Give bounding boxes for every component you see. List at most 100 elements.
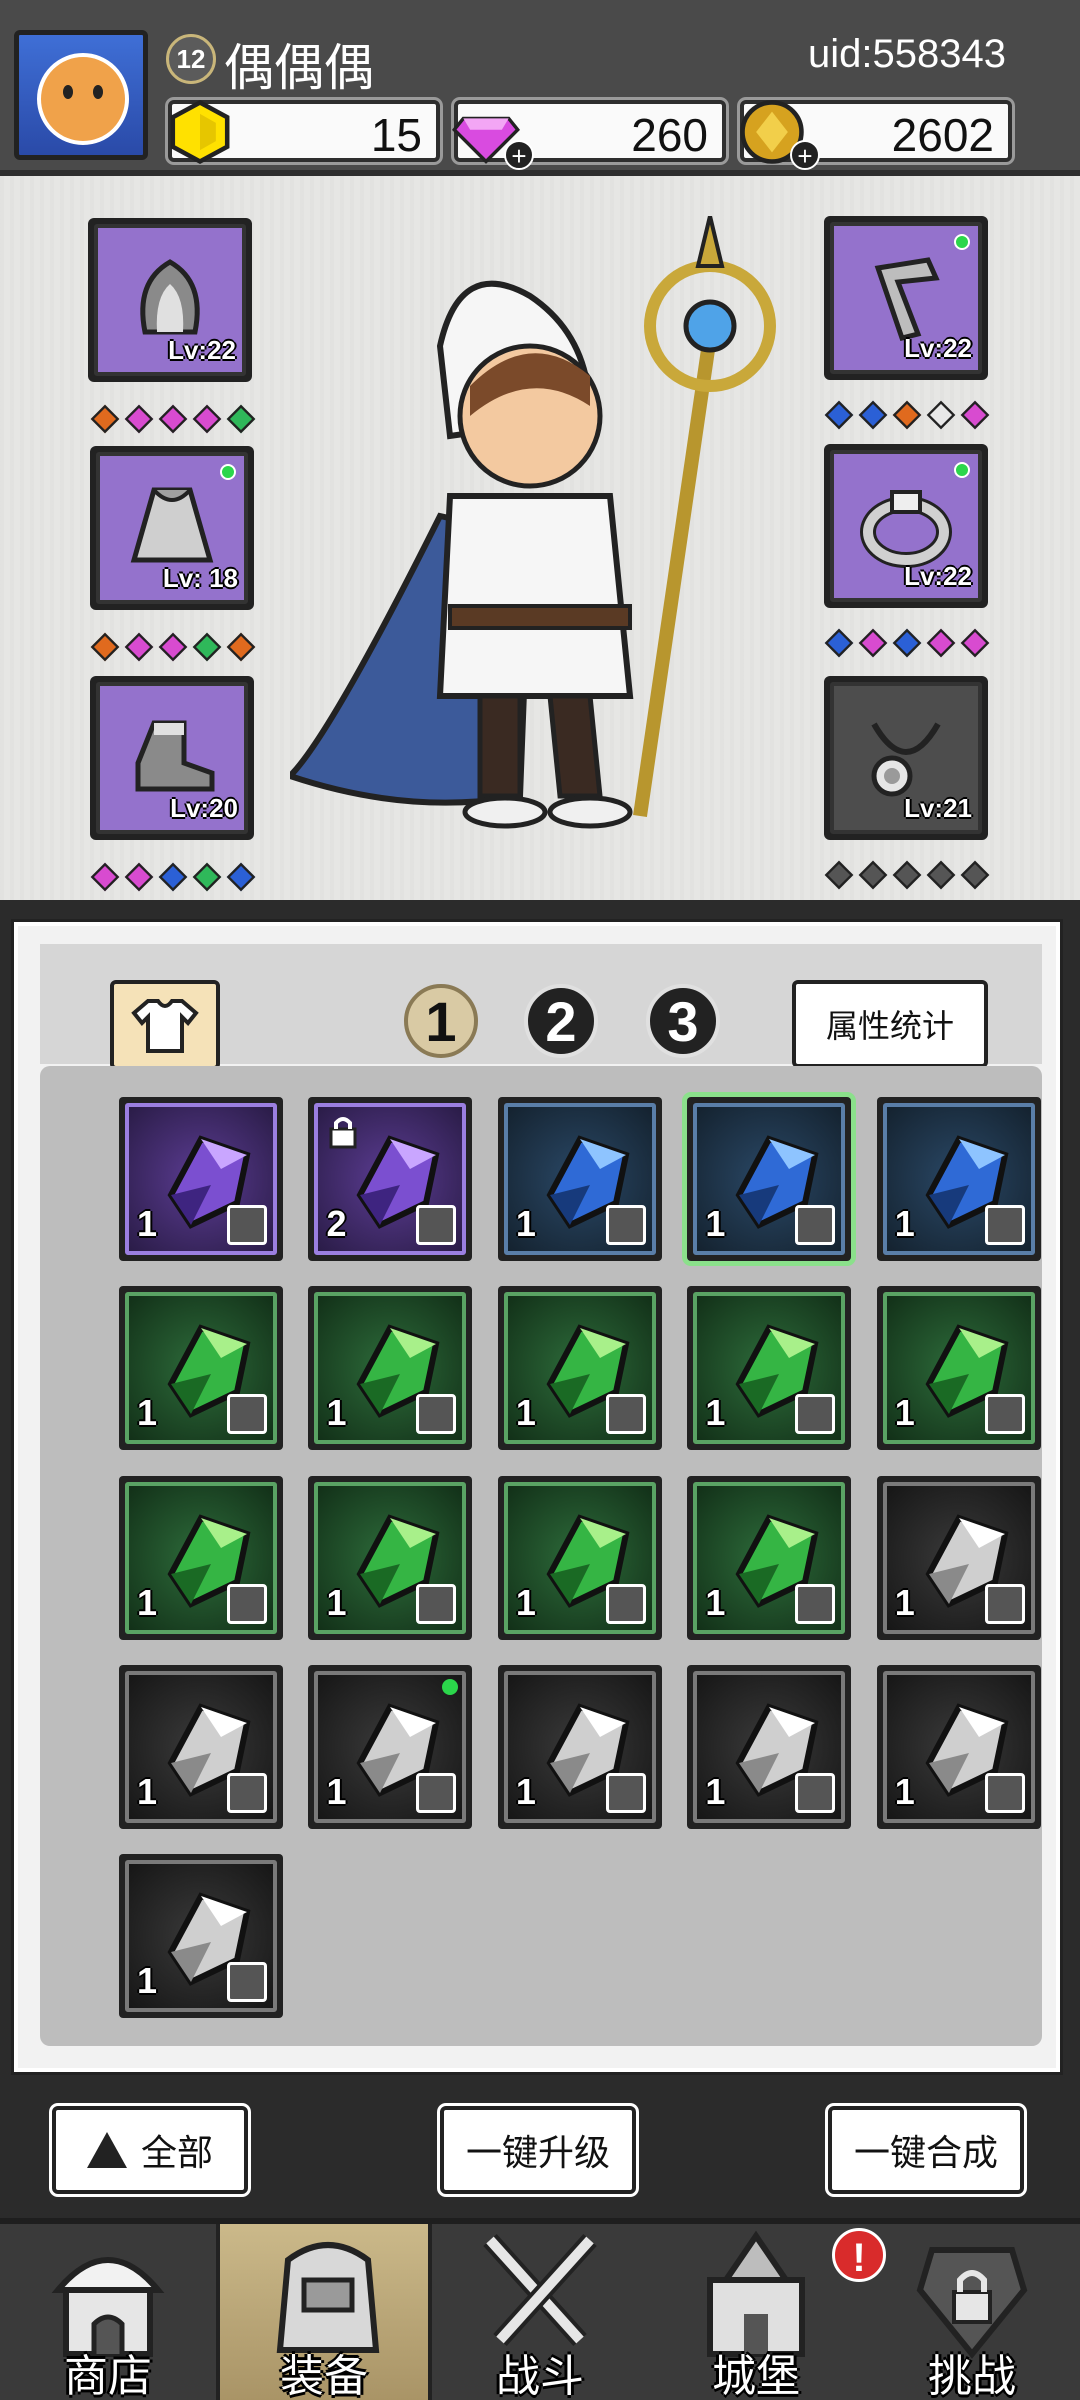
gem-socket bbox=[226, 404, 256, 434]
inventory-item[interactable]: 1 bbox=[687, 1475, 852, 1640]
inventory-item[interactable]: 1 bbox=[876, 1665, 1041, 1830]
item-count: 1 bbox=[705, 1771, 726, 1813]
gem-socket bbox=[858, 400, 888, 430]
gem-socket bbox=[892, 628, 922, 658]
inventory-item[interactable]: 1 bbox=[308, 1475, 473, 1640]
gem-socket bbox=[124, 632, 154, 662]
inventory-item[interactable]: 1 bbox=[687, 1665, 852, 1830]
energy-resource: 15 bbox=[168, 99, 440, 165]
filter-triangle-icon bbox=[86, 2132, 127, 2168]
weapon-level: Lv:22 bbox=[904, 333, 972, 363]
item-count: 1 bbox=[515, 1771, 536, 1813]
nav-equipment-label: 装备 bbox=[280, 2351, 368, 2400]
boots-slot-icon bbox=[984, 1204, 1025, 1245]
character-area: Lv:22 Lv: 18 Lv:20 Lv:22 Lv:22 Lv:21 bbox=[0, 176, 1080, 1020]
gem-socket bbox=[226, 632, 256, 662]
inventory-grid: 1 2 1 1 1 1 1 1 1 1 1 1 1 1 1 1 1 1 1 1 1 bbox=[40, 1066, 1042, 2046]
item-count: 1 bbox=[894, 1202, 915, 1244]
inventory-item[interactable]: 1 bbox=[876, 1475, 1041, 1640]
ring-slot-icon bbox=[605, 1204, 646, 1245]
inventory-item[interactable]: 1 bbox=[119, 1854, 284, 2019]
gem-socket bbox=[926, 628, 956, 658]
nav-shop[interactable]: 商店 bbox=[0, 2224, 216, 2400]
gem-socket bbox=[858, 628, 888, 658]
one-click-merge-button[interactable]: 一键合成 bbox=[828, 2106, 1024, 2194]
cape-slot-icon bbox=[605, 1394, 646, 1435]
inventory-item[interactable]: 1 bbox=[497, 1286, 662, 1451]
equip-slot-weapon[interactable]: Lv:22 bbox=[824, 216, 988, 380]
weapon-icon bbox=[874, 257, 940, 341]
gem-socket bbox=[824, 400, 854, 430]
ring-level: Lv:22 bbox=[904, 561, 972, 591]
tab-loadout-1[interactable]: 1 bbox=[404, 984, 478, 1058]
item-count: 1 bbox=[515, 1392, 536, 1434]
attribute-stats-button[interactable]: 属性统计 bbox=[792, 980, 988, 1068]
nav-battle[interactable]: 战斗 bbox=[432, 2224, 648, 2400]
player-level-badge: 12 bbox=[166, 34, 216, 84]
player-avatar[interactable] bbox=[14, 30, 148, 160]
item-count: 1 bbox=[705, 1392, 726, 1434]
gem-socket bbox=[960, 860, 990, 890]
gem-socket bbox=[858, 860, 888, 890]
tab-loadout-2[interactable]: 2 bbox=[524, 984, 598, 1058]
inventory-header: 1 2 3 属性统计 bbox=[40, 944, 1042, 1070]
inventory-item[interactable]: 1 bbox=[497, 1665, 662, 1830]
gem-socket bbox=[192, 632, 222, 662]
inventory-item[interactable]: 1 bbox=[119, 1096, 284, 1261]
necklace-slot-icon bbox=[984, 1773, 1025, 1814]
cape-slot-icon bbox=[416, 1394, 457, 1435]
item-count: 1 bbox=[705, 1581, 726, 1623]
equip-slot-ring[interactable]: Lv:22 bbox=[824, 444, 988, 608]
tab-loadout-3[interactable]: 3 bbox=[646, 984, 720, 1058]
equip-slot-necklace[interactable]: Lv:21 bbox=[824, 676, 988, 840]
gem-socket bbox=[158, 632, 188, 662]
inventory-item[interactable]: 1 bbox=[119, 1286, 284, 1451]
inventory-item[interactable]: 1 bbox=[119, 1475, 284, 1640]
add-diamonds-button[interactable]: + bbox=[504, 140, 534, 170]
inventory-item[interactable]: 1 bbox=[497, 1475, 662, 1640]
inventory-item[interactable]: 1 bbox=[308, 1286, 473, 1451]
nav-equipment[interactable]: 装备 bbox=[216, 2224, 432, 2400]
hood-slot-icon bbox=[795, 1583, 836, 1624]
gem-socket bbox=[158, 404, 188, 434]
boots-level: Lv:20 bbox=[170, 793, 238, 823]
hood-icon bbox=[140, 259, 200, 335]
item-count: 1 bbox=[137, 1960, 158, 2002]
item-count: 1 bbox=[326, 1392, 347, 1434]
outfit-filter-button[interactable] bbox=[110, 980, 220, 1070]
item-count: 1 bbox=[137, 1202, 158, 1244]
one-click-upgrade-button[interactable]: 一键升级 bbox=[440, 2106, 636, 2194]
inventory-item[interactable]: 1 bbox=[687, 1286, 852, 1451]
diamond-resource: + 260 bbox=[452, 100, 726, 170]
new-indicator-dot bbox=[442, 1679, 459, 1696]
inventory-item[interactable]: 1 bbox=[497, 1096, 662, 1261]
equip-slot-cape[interactable]: Lv: 18 bbox=[90, 446, 254, 610]
equip-slot-hood[interactable]: Lv:22 bbox=[88, 218, 252, 382]
inventory-item[interactable]: 1 bbox=[308, 1665, 473, 1830]
nav-battle-label: 战斗 bbox=[496, 2351, 584, 2400]
cape-level: Lv: 18 bbox=[162, 563, 238, 593]
necklace-icon bbox=[871, 722, 941, 797]
nav-challenge[interactable]: 挑战 bbox=[864, 2224, 1080, 2400]
inventory-item[interactable]: 2 bbox=[308, 1096, 473, 1261]
inventory-item[interactable]: 1 bbox=[876, 1286, 1041, 1451]
item-count: 1 bbox=[137, 1771, 158, 1813]
gem-socket bbox=[960, 400, 990, 430]
inventory-panel: 1 2 3 属性统计 121111111111111111111 bbox=[0, 900, 1080, 2090]
boots-slot-icon bbox=[795, 1204, 836, 1245]
hood-slot-icon bbox=[416, 1773, 457, 1814]
necklace-level: Lv:21 bbox=[904, 793, 972, 823]
inventory-item[interactable]: 1 bbox=[119, 1665, 284, 1830]
item-count: 2 bbox=[326, 1202, 347, 1244]
hood-gem-row bbox=[90, 404, 256, 434]
inventory-item[interactable]: 1 bbox=[687, 1096, 852, 1261]
gem-socket bbox=[824, 628, 854, 658]
filter-all-button[interactable]: 全部 bbox=[52, 2106, 248, 2194]
add-gold-button[interactable]: + bbox=[790, 140, 820, 170]
hood-slot-icon bbox=[227, 1583, 268, 1624]
boots-icon bbox=[135, 720, 215, 792]
equip-slot-boots[interactable]: Lv:20 bbox=[90, 676, 254, 840]
inventory-item[interactable]: 1 bbox=[876, 1096, 1041, 1261]
gem-socket bbox=[90, 862, 120, 892]
player-name: 偶偶偶 bbox=[224, 39, 374, 97]
